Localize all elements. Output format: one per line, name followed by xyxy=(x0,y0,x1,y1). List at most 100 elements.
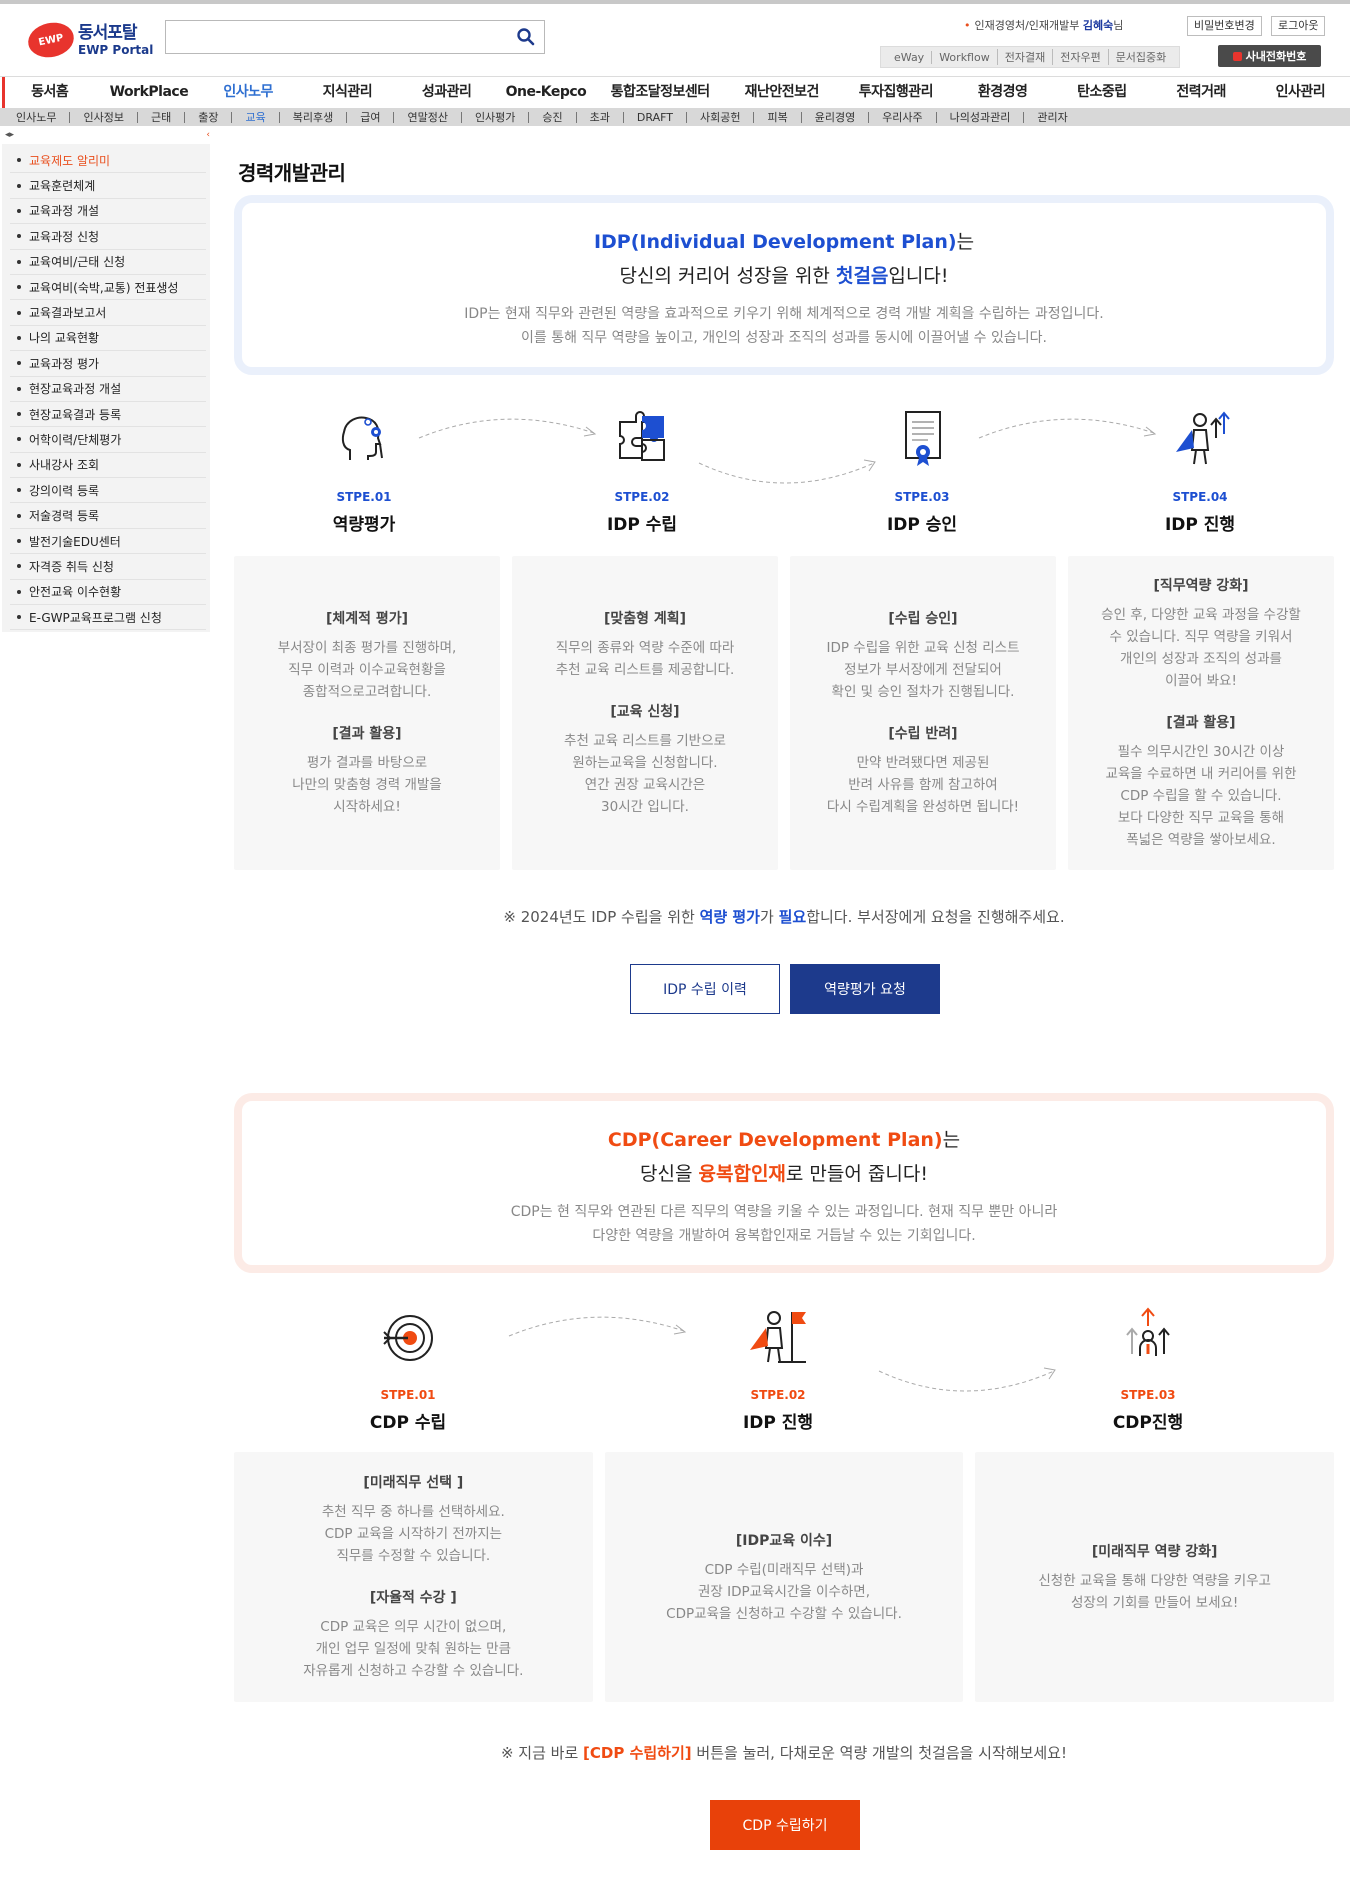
sub-nav-item[interactable]: 사회공헌 xyxy=(685,111,753,123)
main-nav-item[interactable]: 재난안전보건 xyxy=(725,77,839,108)
sidebar-item[interactable]: 교육여비/근태 신청 xyxy=(10,250,206,275)
sidebar-item[interactable]: 교육훈련체계 xyxy=(10,173,206,199)
idp-card: [맞춤형 계획] 직무의 종류와 역량 수준에 따라 추천 교육 리스트를 제공… xyxy=(512,556,778,870)
global-link[interactable]: eWay xyxy=(887,51,931,64)
card-line: 직무를 수정할 수 있습니다. xyxy=(336,1548,491,1564)
scroll-arrows-icon[interactable]: ◂▸ xyxy=(5,130,14,140)
sub-nav-item[interactable]: 급여 xyxy=(346,111,393,123)
idp-step-no: STPE.04 xyxy=(1172,490,1228,504)
sub-nav-item[interactable]: 우리사주 xyxy=(868,111,935,123)
sub-nav-item[interactable]: 복리후생 xyxy=(278,111,346,123)
card-line: 개인의 성장과 조직의 성과를 xyxy=(1120,651,1282,667)
cdp-heading-suffix: 는 xyxy=(942,1129,961,1151)
card-line: 만약 반려됐다면 제공된 xyxy=(856,755,990,771)
sidebar-item-active[interactable]: 교육제도 알리미 xyxy=(10,148,206,174)
sub-nav-item-active[interactable]: 교육 xyxy=(231,111,278,123)
card-heading: [미래직무 선택 ] xyxy=(363,1475,464,1491)
card-heading: [수립 승인] xyxy=(888,611,958,627)
phone-directory-button[interactable]: 사내전화번호 xyxy=(1218,45,1321,67)
global-link[interactable]: 전자결재 xyxy=(996,49,1052,65)
sub-nav-item[interactable]: 피복 xyxy=(753,111,800,123)
main-nav-item-active[interactable]: 인사노무 xyxy=(199,77,298,108)
main-nav-item[interactable]: 탄소중립 xyxy=(1052,77,1151,108)
logo-name-en: EWP Portal xyxy=(78,42,154,57)
sub-nav-item[interactable]: 승진 xyxy=(528,111,575,123)
idp-steps: STPE.01 역량평가 STPE.02 IDP 수립 STPE.03 IDP … xyxy=(234,408,1334,538)
global-link[interactable]: 전자우편 xyxy=(1052,49,1107,65)
competency-request-button[interactable]: 역량평가 요청 xyxy=(790,964,940,1014)
sidebar-item[interactable]: 교육여비(숙박,교통) 전표생성 xyxy=(10,275,206,301)
sidebar-item[interactable]: 현장교육과정 개설 xyxy=(10,377,206,402)
card-line: IDP 수립을 위한 교육 신청 리스트 xyxy=(826,640,1020,656)
sub-nav-item[interactable]: 인사노무 xyxy=(10,112,69,123)
head-gear-icon xyxy=(341,416,383,460)
global-links: eWay Workflow 전자결재 전자우편 문서집중화 xyxy=(880,46,1181,68)
card-line: 나만의 맞춤형 경력 개발을 xyxy=(292,777,442,793)
sub-nav-item[interactable]: 윤리경영 xyxy=(800,111,868,123)
main-nav-item[interactable]: 지식관리 xyxy=(298,77,397,108)
idp-note: ※ 2024년도 IDP 수립을 위한 역량 평가가 필요합니다. 부서장에게 … xyxy=(234,906,1334,927)
card-heading: [체계적 평가] xyxy=(325,611,409,627)
sidebar-item[interactable]: 저술경력 등록 xyxy=(10,503,206,529)
main-nav-item[interactable]: WorkPlace xyxy=(99,77,198,108)
sidebar-item[interactable]: 교육과정 평가 xyxy=(10,351,206,377)
cdp-subheading-em: 융복합인재 xyxy=(698,1163,786,1185)
main-nav-item[interactable]: 환경경영 xyxy=(953,77,1052,108)
idp-desc-line: 이를 통해 직무 역량을 높이고, 개인의 성장과 조직의 성과를 동시에 이끌… xyxy=(521,330,1047,346)
cdp-step-no: STPE.03 xyxy=(1120,1388,1176,1402)
card-line: 보다 다양한 직무 교육을 통해 xyxy=(1117,810,1285,826)
idp-step-no: STPE.02 xyxy=(614,490,670,504)
hero-flag-icon xyxy=(750,1311,806,1363)
sidebar-item[interactable]: 교육과정 개설 xyxy=(10,199,206,225)
main-nav-item[interactable]: 통합조달정보센터 xyxy=(596,77,725,108)
sub-nav-item[interactable]: 근태 xyxy=(136,111,184,123)
idp-history-button[interactable]: IDP 수립 이력 xyxy=(630,964,780,1014)
card-line: 추천 직무 중 하나를 선택하세요. xyxy=(321,1504,505,1520)
sub-nav-item[interactable]: 출장 xyxy=(184,111,231,123)
cdp-step-no: STPE.02 xyxy=(750,1388,806,1402)
sidebar-toggle-bar: ◂▸ ‹ xyxy=(5,130,210,144)
cdp-heading: CDP(Career Development Plan) xyxy=(607,1129,943,1151)
sidebar-item[interactable]: 어학이력/단체평가 xyxy=(10,427,206,453)
sidebar-item[interactable]: 사내강사 조회 xyxy=(10,453,206,479)
sidebar-item[interactable]: E-GWP교육프로그램 신청 xyxy=(10,605,206,631)
global-link[interactable]: 문서집중화 xyxy=(1107,49,1174,65)
main-nav-item[interactable]: 성과관리 xyxy=(397,77,496,108)
sidebar-item[interactable]: 발전기술EDU센터 xyxy=(10,529,206,555)
change-password-button[interactable]: 비밀번호변경 xyxy=(1187,16,1262,36)
main-nav-item[interactable]: 투자집행관리 xyxy=(839,77,953,108)
card-heading: [교육 신청] xyxy=(610,704,680,720)
sub-nav-item[interactable]: 인사평가 xyxy=(460,111,528,123)
sub-nav-item[interactable]: 연말정산 xyxy=(393,111,460,123)
ewp-logo[interactable]: EWP 동서포탈 EWP Portal xyxy=(24,18,168,62)
cdp-create-button[interactable]: CDP 수립하기 xyxy=(710,1800,860,1850)
sub-nav-item[interactable]: 나의성과관리 xyxy=(935,111,1024,123)
sidebar-item[interactable]: 나의 교육현황 xyxy=(10,326,206,352)
sub-nav-item[interactable]: 관리자 xyxy=(1023,111,1080,123)
main-nav-item[interactable]: 전력거래 xyxy=(1151,77,1250,108)
logout-button[interactable]: 로그아웃 xyxy=(1271,16,1326,36)
cdp-step-title: IDP 진행 xyxy=(742,1413,814,1433)
collapse-sidebar-icon[interactable]: ‹ xyxy=(206,130,210,140)
global-link[interactable]: Workflow xyxy=(931,50,997,64)
main-nav-item[interactable]: One-Kepco xyxy=(496,77,595,108)
idp-subheading-em: 첫걸음 xyxy=(835,265,889,287)
sidebar-item[interactable]: 자격증 취득 신청 xyxy=(10,554,206,580)
sub-nav-item[interactable]: 인사정보 xyxy=(69,111,136,123)
sidebar-item[interactable]: 교육과정 신청 xyxy=(10,224,206,250)
search-icon[interactable] xyxy=(516,27,536,47)
sidebar-item[interactable]: 강의이력 등록 xyxy=(10,478,206,504)
idp-card: [체계적 평가] 부서장이 최종 평가를 진행하며, 직무 이력과 이수교육현황… xyxy=(234,556,500,870)
sub-nav-item[interactable]: 초과 xyxy=(575,111,623,123)
main-nav-item[interactable]: 동서홈 xyxy=(0,77,99,108)
cdp-subheading-post: 로 만들어 줍니다! xyxy=(785,1163,928,1185)
card-line: 정보가 부서장에게 전달되어 xyxy=(844,662,1002,678)
idp-step-title: 역량평가 xyxy=(332,515,396,535)
search-input[interactable] xyxy=(166,21,496,53)
sub-nav-item[interactable]: DRAFT xyxy=(622,111,686,123)
sidebar-item[interactable]: 안전교육 이수현황 xyxy=(10,580,206,606)
main-nav-item[interactable]: 인사관리 xyxy=(1251,77,1350,108)
card-line: 시작하세요! xyxy=(333,799,401,815)
sidebar-item[interactable]: 교육결과보고서 xyxy=(10,300,206,326)
sidebar-item[interactable]: 현장교육결과 등록 xyxy=(10,402,206,428)
